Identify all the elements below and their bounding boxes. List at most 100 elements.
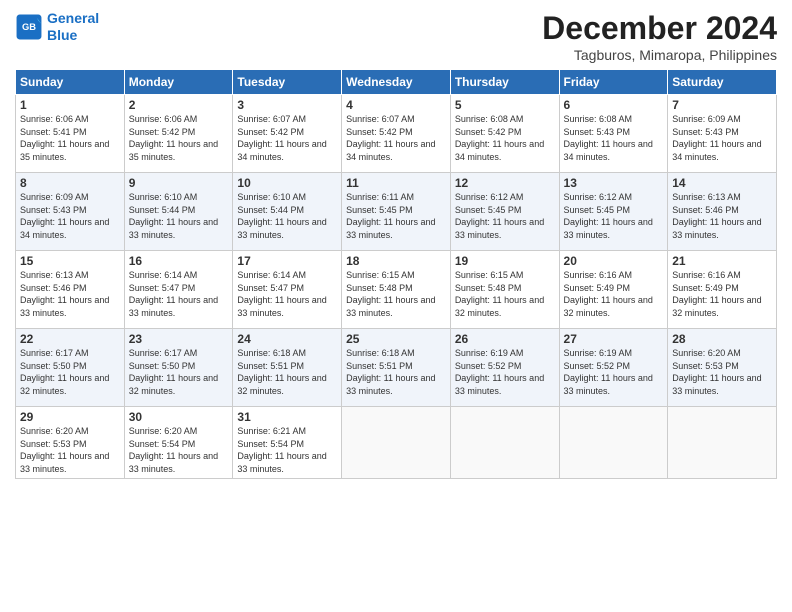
day-header-friday: Friday — [559, 70, 668, 95]
calendar-cell: 8 Sunrise: 6:09 AMSunset: 5:43 PMDayligh… — [16, 173, 125, 251]
day-info: Sunrise: 6:19 AMSunset: 5:52 PMDaylight:… — [455, 347, 555, 397]
day-info: Sunrise: 6:12 AMSunset: 5:45 PMDaylight:… — [564, 191, 664, 241]
day-info: Sunrise: 6:20 AMSunset: 5:53 PMDaylight:… — [20, 425, 120, 475]
day-number: 1 — [20, 98, 120, 112]
day-number: 30 — [129, 410, 229, 424]
day-info: Sunrise: 6:15 AMSunset: 5:48 PMDaylight:… — [346, 269, 446, 319]
subtitle: Tagburos, Mimaropa, Philippines — [542, 47, 777, 63]
calendar-week-3: 15 Sunrise: 6:13 AMSunset: 5:46 PMDaylig… — [16, 251, 777, 329]
day-number: 9 — [129, 176, 229, 190]
calendar-cell: 22 Sunrise: 6:17 AMSunset: 5:50 PMDaylig… — [16, 329, 125, 407]
calendar-cell: 30 Sunrise: 6:20 AMSunset: 5:54 PMDaylig… — [124, 407, 233, 479]
day-number: 5 — [455, 98, 555, 112]
day-header-thursday: Thursday — [450, 70, 559, 95]
day-number: 2 — [129, 98, 229, 112]
day-info: Sunrise: 6:17 AMSunset: 5:50 PMDaylight:… — [129, 347, 229, 397]
day-info: Sunrise: 6:17 AMSunset: 5:50 PMDaylight:… — [20, 347, 120, 397]
day-info: Sunrise: 6:12 AMSunset: 5:45 PMDaylight:… — [455, 191, 555, 241]
calendar-cell: 12 Sunrise: 6:12 AMSunset: 5:45 PMDaylig… — [450, 173, 559, 251]
calendar-cell: 9 Sunrise: 6:10 AMSunset: 5:44 PMDayligh… — [124, 173, 233, 251]
calendar-cell: 5 Sunrise: 6:08 AMSunset: 5:42 PMDayligh… — [450, 95, 559, 173]
day-number: 22 — [20, 332, 120, 346]
day-info: Sunrise: 6:21 AMSunset: 5:54 PMDaylight:… — [237, 425, 337, 475]
day-number: 26 — [455, 332, 555, 346]
day-number: 27 — [564, 332, 664, 346]
calendar-cell: 20 Sunrise: 6:16 AMSunset: 5:49 PMDaylig… — [559, 251, 668, 329]
day-number: 6 — [564, 98, 664, 112]
day-info: Sunrise: 6:06 AMSunset: 5:42 PMDaylight:… — [129, 113, 229, 163]
day-number: 29 — [20, 410, 120, 424]
calendar-cell: 27 Sunrise: 6:19 AMSunset: 5:52 PMDaylig… — [559, 329, 668, 407]
logo-icon: GB — [15, 13, 43, 41]
day-number: 18 — [346, 254, 446, 268]
calendar-cell: 31 Sunrise: 6:21 AMSunset: 5:54 PMDaylig… — [233, 407, 342, 479]
calendar-cell: 10 Sunrise: 6:10 AMSunset: 5:44 PMDaylig… — [233, 173, 342, 251]
logo-line1: General — [47, 10, 99, 26]
day-header-sunday: Sunday — [16, 70, 125, 95]
day-info: Sunrise: 6:09 AMSunset: 5:43 PMDaylight:… — [672, 113, 772, 163]
logo-line2: Blue — [47, 27, 77, 43]
calendar-cell: 14 Sunrise: 6:13 AMSunset: 5:46 PMDaylig… — [668, 173, 777, 251]
day-info: Sunrise: 6:07 AMSunset: 5:42 PMDaylight:… — [346, 113, 446, 163]
day-number: 7 — [672, 98, 772, 112]
day-number: 4 — [346, 98, 446, 112]
calendar-cell — [450, 407, 559, 479]
day-info: Sunrise: 6:10 AMSunset: 5:44 PMDaylight:… — [237, 191, 337, 241]
day-info: Sunrise: 6:13 AMSunset: 5:46 PMDaylight:… — [672, 191, 772, 241]
day-info: Sunrise: 6:09 AMSunset: 5:43 PMDaylight:… — [20, 191, 120, 241]
day-number: 3 — [237, 98, 337, 112]
calendar-body: 1 Sunrise: 6:06 AMSunset: 5:41 PMDayligh… — [16, 95, 777, 479]
calendar-week-2: 8 Sunrise: 6:09 AMSunset: 5:43 PMDayligh… — [16, 173, 777, 251]
calendar-cell: 3 Sunrise: 6:07 AMSunset: 5:42 PMDayligh… — [233, 95, 342, 173]
svg-text:GB: GB — [22, 22, 36, 32]
calendar: SundayMondayTuesdayWednesdayThursdayFrid… — [15, 69, 777, 479]
day-number: 16 — [129, 254, 229, 268]
calendar-week-4: 22 Sunrise: 6:17 AMSunset: 5:50 PMDaylig… — [16, 329, 777, 407]
day-info: Sunrise: 6:10 AMSunset: 5:44 PMDaylight:… — [129, 191, 229, 241]
day-info: Sunrise: 6:15 AMSunset: 5:48 PMDaylight:… — [455, 269, 555, 319]
calendar-cell — [668, 407, 777, 479]
day-info: Sunrise: 6:16 AMSunset: 5:49 PMDaylight:… — [672, 269, 772, 319]
calendar-cell: 26 Sunrise: 6:19 AMSunset: 5:52 PMDaylig… — [450, 329, 559, 407]
day-number: 19 — [455, 254, 555, 268]
day-number: 20 — [564, 254, 664, 268]
calendar-cell — [342, 407, 451, 479]
main-title: December 2024 — [542, 10, 777, 47]
day-info: Sunrise: 6:19 AMSunset: 5:52 PMDaylight:… — [564, 347, 664, 397]
day-header-wednesday: Wednesday — [342, 70, 451, 95]
calendar-cell: 7 Sunrise: 6:09 AMSunset: 5:43 PMDayligh… — [668, 95, 777, 173]
calendar-cell: 1 Sunrise: 6:06 AMSunset: 5:41 PMDayligh… — [16, 95, 125, 173]
day-info: Sunrise: 6:18 AMSunset: 5:51 PMDaylight:… — [237, 347, 337, 397]
calendar-cell: 11 Sunrise: 6:11 AMSunset: 5:45 PMDaylig… — [342, 173, 451, 251]
title-area: December 2024 Tagburos, Mimaropa, Philip… — [542, 10, 777, 63]
calendar-cell: 4 Sunrise: 6:07 AMSunset: 5:42 PMDayligh… — [342, 95, 451, 173]
calendar-cell: 18 Sunrise: 6:15 AMSunset: 5:48 PMDaylig… — [342, 251, 451, 329]
day-number: 10 — [237, 176, 337, 190]
day-info: Sunrise: 6:20 AMSunset: 5:54 PMDaylight:… — [129, 425, 229, 475]
day-info: Sunrise: 6:14 AMSunset: 5:47 PMDaylight:… — [129, 269, 229, 319]
day-header-monday: Monday — [124, 70, 233, 95]
day-number: 15 — [20, 254, 120, 268]
day-info: Sunrise: 6:08 AMSunset: 5:42 PMDaylight:… — [455, 113, 555, 163]
calendar-cell: 15 Sunrise: 6:13 AMSunset: 5:46 PMDaylig… — [16, 251, 125, 329]
day-info: Sunrise: 6:13 AMSunset: 5:46 PMDaylight:… — [20, 269, 120, 319]
day-number: 11 — [346, 176, 446, 190]
day-info: Sunrise: 6:14 AMSunset: 5:47 PMDaylight:… — [237, 269, 337, 319]
day-number: 17 — [237, 254, 337, 268]
calendar-cell: 13 Sunrise: 6:12 AMSunset: 5:45 PMDaylig… — [559, 173, 668, 251]
day-number: 14 — [672, 176, 772, 190]
day-info: Sunrise: 6:11 AMSunset: 5:45 PMDaylight:… — [346, 191, 446, 241]
day-info: Sunrise: 6:06 AMSunset: 5:41 PMDaylight:… — [20, 113, 120, 163]
day-info: Sunrise: 6:18 AMSunset: 5:51 PMDaylight:… — [346, 347, 446, 397]
day-number: 8 — [20, 176, 120, 190]
calendar-cell: 6 Sunrise: 6:08 AMSunset: 5:43 PMDayligh… — [559, 95, 668, 173]
calendar-week-5: 29 Sunrise: 6:20 AMSunset: 5:53 PMDaylig… — [16, 407, 777, 479]
calendar-cell: 16 Sunrise: 6:14 AMSunset: 5:47 PMDaylig… — [124, 251, 233, 329]
calendar-header: SundayMondayTuesdayWednesdayThursdayFrid… — [16, 70, 777, 95]
day-number: 25 — [346, 332, 446, 346]
day-info: Sunrise: 6:16 AMSunset: 5:49 PMDaylight:… — [564, 269, 664, 319]
calendar-cell: 19 Sunrise: 6:15 AMSunset: 5:48 PMDaylig… — [450, 251, 559, 329]
day-number: 13 — [564, 176, 664, 190]
day-number: 12 — [455, 176, 555, 190]
day-number: 31 — [237, 410, 337, 424]
